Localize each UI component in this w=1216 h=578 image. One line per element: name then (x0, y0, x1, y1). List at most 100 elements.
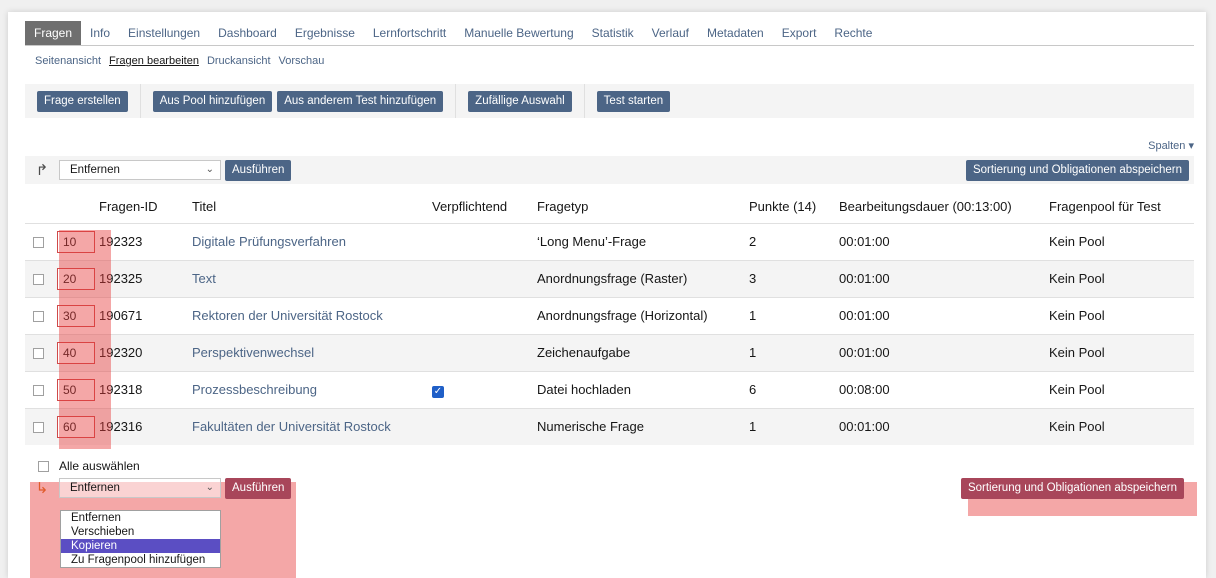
row-checkbox[interactable] (33, 385, 44, 397)
dropdown-option[interactable]: Kopieren (61, 539, 220, 553)
order-input[interactable]: 50 (57, 378, 95, 401)
tab-dashboard[interactable]: Dashboard (209, 21, 286, 45)
question-type: Anordnungsfrage (Horizontal) (537, 296, 749, 334)
column-header[interactable]: Fragetyp (537, 190, 749, 223)
table-row: 20 192325 Text Anordnungsfrage (Raster) 3 00:… (25, 259, 1194, 297)
subtab-fragen-bearbeiten[interactable]: Fragen bearbeiten (109, 55, 199, 67)
pool: Kein Pool (1049, 333, 1194, 371)
tab-fragen[interactable]: Fragen (25, 21, 82, 45)
dropdown-option[interactable]: Entfernen (61, 511, 220, 525)
column-header[interactable]: Fragen-ID (99, 190, 192, 223)
subtab-bar: Seitenansicht Fragen bearbeiten Druckansic… (35, 55, 324, 67)
question-type: Datei hochladen (537, 370, 749, 408)
save-order-button[interactable]: Sortierung und Obligationen abspeichern (965, 160, 1189, 181)
select-all[interactable]: Alle auswählen (38, 459, 140, 473)
arrow-down-right-icon: ↳ (35, 480, 49, 497)
obligatory-cell (432, 222, 537, 260)
question-title-link[interactable]: Perspektivenwechsel (192, 333, 432, 371)
obligatory-cell (432, 296, 537, 334)
dropdown-option[interactable]: Verschieben (61, 525, 220, 539)
points: 1 (749, 296, 839, 334)
question-type: Zeichenaufgabe (537, 333, 749, 371)
points: 6 (749, 370, 839, 408)
random-selection-button[interactable]: Zufällige Auswahl (468, 90, 572, 112)
table-header-row: Fragen-ID Titel Verpflichtend Fragetyp P… (25, 190, 1194, 223)
pool: Kein Pool (1049, 222, 1194, 260)
select-all-checkbox[interactable] (38, 460, 49, 472)
tab-info[interactable]: Info (81, 21, 119, 45)
question-title-link[interactable]: Fakultäten der Universität Rostock (192, 407, 432, 445)
column-header[interactable]: Punkte (14) (749, 190, 839, 223)
tab-metadaten[interactable]: Metadaten (698, 21, 773, 45)
question-type: ‘Long Menu’-Frage (537, 222, 749, 260)
row-checkbox[interactable] (33, 422, 44, 434)
question-type: Numerische Frage (537, 407, 749, 445)
points: 3 (749, 259, 839, 297)
question-title-link[interactable]: Text (192, 259, 432, 297)
question-type: Anordnungsfrage (Raster) (537, 259, 749, 297)
table-row: 60 192316 Fakultäten der Universität Rosto… (25, 407, 1194, 445)
order-input[interactable]: 60 (57, 415, 95, 438)
question-id: 192323 (99, 222, 192, 260)
pool: Kein Pool (1049, 259, 1194, 297)
row-checkbox[interactable] (33, 274, 44, 286)
question-title-link[interactable]: Digitale Prüfungsverfahren (192, 222, 432, 260)
action-dropdown: Entfernen Verschieben Kopieren Zu Fragenpoo… (60, 510, 221, 568)
tab-ergebnisse[interactable]: Ergebnisse (286, 21, 364, 45)
row-checkbox[interactable] (33, 237, 44, 249)
subtab-vorschau[interactable]: Vorschau (279, 55, 325, 67)
columns-menu[interactable]: Spalten ▾ (1148, 139, 1194, 152)
column-header[interactable]: Fragenpool für Test (1049, 190, 1194, 223)
save-order-button[interactable]: Sortierung und Obligationen abspeichern (960, 478, 1184, 499)
column-header[interactable]: Titel (192, 190, 432, 223)
points: 1 (749, 333, 839, 371)
select-all-label: Alle auswählen (59, 459, 140, 473)
pool: Kein Pool (1049, 407, 1194, 445)
toolbar: Frage erstellen Aus Pool hinzufügen Aus … (25, 84, 1194, 118)
execute-button[interactable]: Ausführen (225, 159, 292, 181)
duration: 00:08:00 (839, 370, 1049, 408)
order-input[interactable]: 30 (57, 304, 95, 327)
tab-export[interactable]: Export (773, 21, 826, 45)
column-header[interactable]: Bearbeitungsdauer (00:13:00) (839, 190, 1049, 223)
tab-einstellungen[interactable]: Einstellungen (119, 21, 209, 45)
action-select[interactable]: Entfernen ⌄ (59, 160, 221, 180)
action-select-bottom[interactable]: Entfernen ⌄ (59, 478, 221, 498)
question-id: 192316 (99, 407, 192, 445)
obligatory-cell (432, 333, 537, 371)
column-header[interactable]: Verpflichtend (432, 190, 537, 223)
question-title-link[interactable]: Prozessbeschreibung (192, 370, 432, 408)
arrow-up-right-icon: ↱ (35, 162, 49, 179)
obligatory-cell (432, 259, 537, 297)
duration: 00:01:00 (839, 222, 1049, 260)
question-id: 192318 (99, 370, 192, 408)
create-question-button[interactable]: Frage erstellen (37, 90, 128, 112)
question-title-link[interactable]: Rektoren der Universität Rostock (192, 296, 432, 334)
tab-verlauf[interactable]: Verlauf (643, 21, 698, 45)
add-from-pool-button[interactable]: Aus Pool hinzufügen (152, 90, 273, 112)
row-checkbox[interactable] (33, 348, 44, 360)
action-select-value: Entfernen (70, 164, 120, 176)
points: 1 (749, 407, 839, 445)
obligatory-cell (432, 407, 537, 445)
subtab-druckansicht[interactable]: Druckansicht (207, 55, 271, 67)
tab-statistik[interactable]: Statistik (583, 21, 643, 45)
add-from-other-test-button[interactable]: Aus anderem Test hinzufügen (277, 90, 444, 112)
tab-lernfortschritt[interactable]: Lernfortschritt (364, 21, 455, 45)
order-input[interactable]: 20 (57, 267, 95, 290)
dropdown-option[interactable]: Zu Fragenpool hinzufügen (61, 553, 220, 567)
question-id: 192325 (99, 259, 192, 297)
execute-button[interactable]: Ausführen (225, 477, 292, 499)
question-id: 192320 (99, 333, 192, 371)
questions-table: Fragen-ID Titel Verpflichtend Fragetyp P… (25, 190, 1194, 445)
action-bar-bottom: ↳ Entfernen ⌄ Ausführen Sortierung und Ob… (25, 474, 1194, 502)
order-input[interactable]: 40 (57, 341, 95, 364)
row-checkbox[interactable] (33, 311, 44, 323)
tab-manuelle-bewertung[interactable]: Manuelle Bewertung (455, 21, 582, 45)
subtab-seitenansicht[interactable]: Seitenansicht (35, 55, 101, 67)
tab-rechte[interactable]: Rechte (825, 21, 881, 45)
order-input[interactable]: 10 (57, 230, 95, 253)
obligatory-checkbox[interactable]: ✓ (432, 385, 444, 398)
question-id: 190671 (99, 296, 192, 334)
start-test-button[interactable]: Test starten (596, 90, 671, 112)
